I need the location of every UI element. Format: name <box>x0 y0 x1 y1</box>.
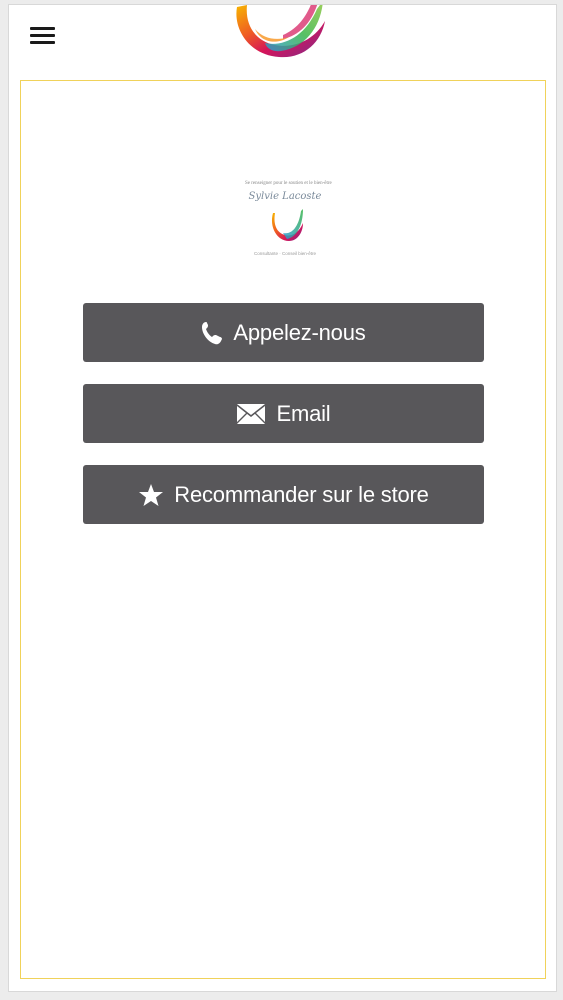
recommend-store-button[interactable]: Recommander sur le store <box>83 465 484 524</box>
rainbow-swirl-icon <box>271 209 303 241</box>
badge-tagline: Se renseigner pour le soutien et le bien… <box>245 181 332 186</box>
email-label: Email <box>276 400 331 426</box>
call-us-button[interactable]: Appelez-nous <box>83 303 484 362</box>
envelope-icon <box>236 403 266 425</box>
rainbow-swirl-logo <box>236 5 325 58</box>
call-us-label: Appelez-nous <box>233 319 366 345</box>
content-frame: Se renseigner pour le soutien et le bien… <box>20 80 546 979</box>
app-header <box>9 5 556 75</box>
badge-name: Sylvie Lacoste <box>248 191 322 202</box>
brand-badge: Se renseigner pour le soutien et le bien… <box>245 181 332 265</box>
hamburger-menu-icon[interactable] <box>27 21 61 51</box>
action-list: Appelez-nous Email Recommander sur le st… <box>83 303 484 546</box>
badge-subtitle: Consultante · Conseil bien-être <box>253 251 317 256</box>
app-screen: Se renseigner pour le soutien et le bien… <box>8 4 557 992</box>
email-button[interactable]: Email <box>83 384 484 443</box>
phone-icon <box>201 321 223 345</box>
recommend-store-label: Recommander sur le store <box>174 481 429 507</box>
star-icon <box>138 483 164 507</box>
